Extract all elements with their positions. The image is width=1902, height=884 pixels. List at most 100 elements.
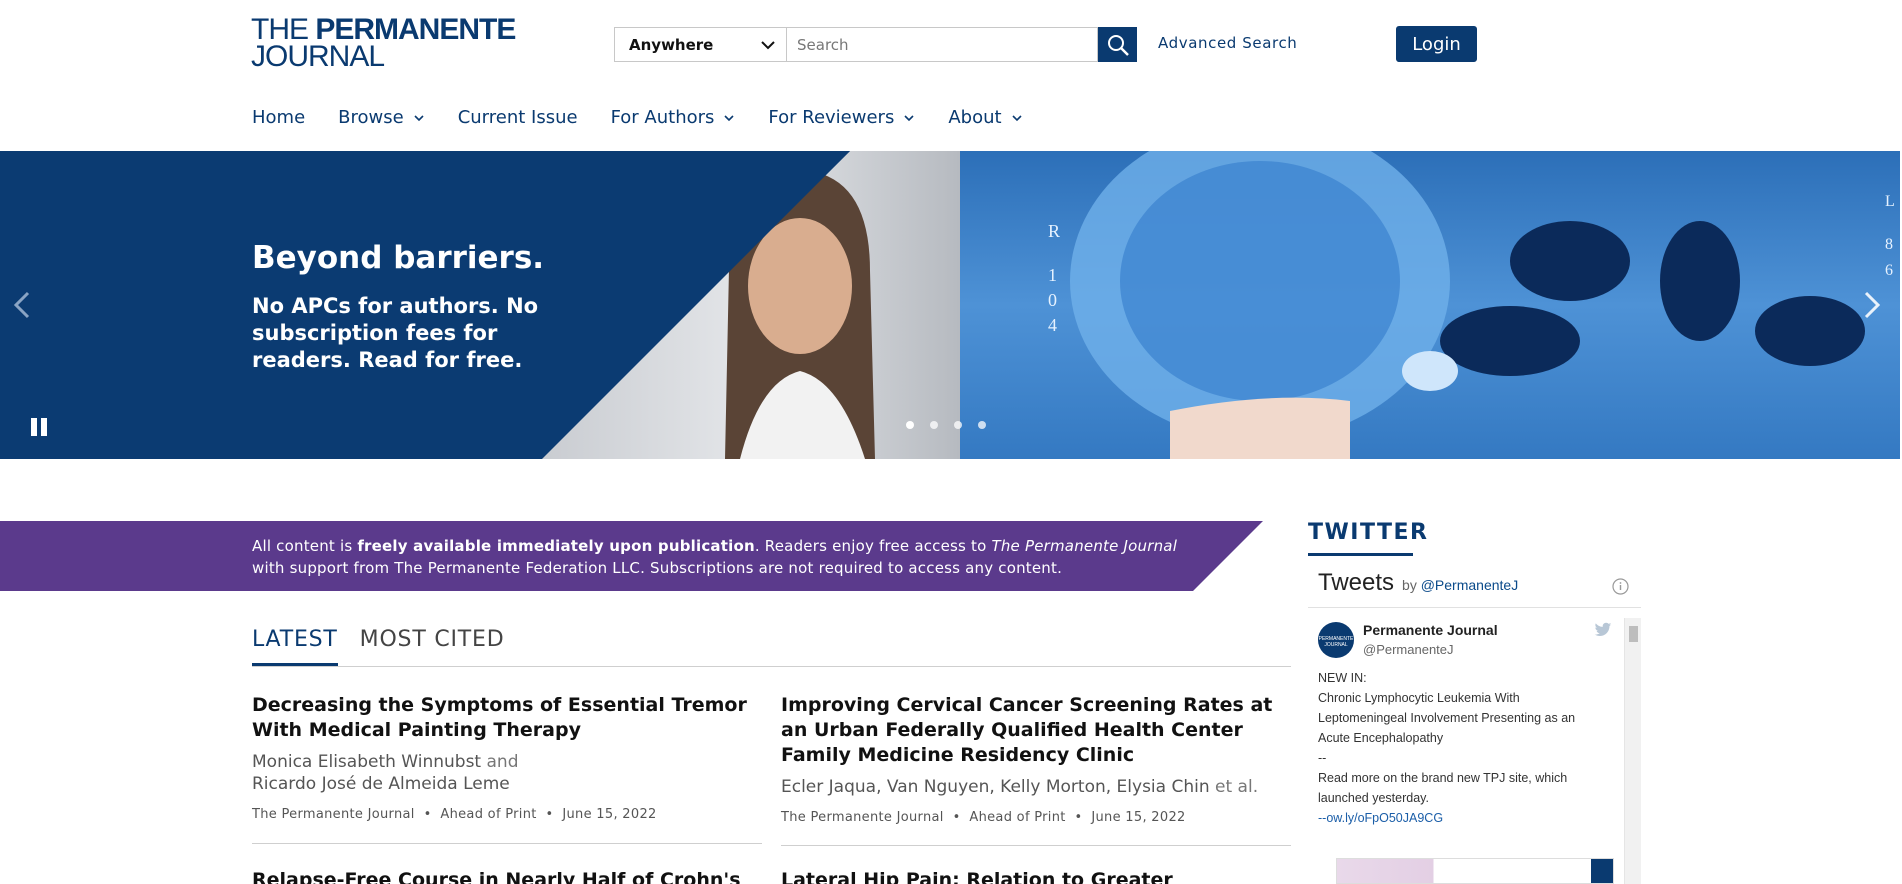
search-input[interactable]	[786, 27, 1098, 62]
nav-item-current-issue[interactable]: Current Issue	[458, 107, 578, 128]
search-icon	[1107, 34, 1129, 56]
article-card: Lateral Hip Pain: Relation to Greater Tr…	[781, 868, 1291, 884]
article-authors: Ecler Jaqua, Van Nguyen, Kelly Morton, E…	[781, 776, 1291, 798]
carousel-dots	[906, 421, 986, 429]
article-date: June 15, 2022	[562, 807, 657, 822]
search-scope-value: Anywhere	[629, 35, 714, 54]
ct-scan-image: R 1 0 4 L 8 6	[930, 151, 1900, 459]
article-title[interactable]: Lateral Hip Pain: Relation to Greater Tr…	[781, 868, 1291, 884]
article-card: Improving Cervical Cancer Screening Rate…	[781, 693, 1291, 825]
author-etal: et al.	[1209, 777, 1259, 797]
nav-item-home[interactable]: Home	[252, 107, 305, 128]
banner-text: All content is	[252, 537, 358, 555]
tab-latest[interactable]: LATEST	[252, 627, 338, 666]
chevron-down-icon	[414, 114, 424, 121]
article-authors: Monica Elisabeth Winnubst and Ricardo Jos…	[252, 751, 762, 795]
nav-label: Home	[252, 107, 306, 128]
article-journal: The Permanente Journal	[252, 807, 415, 822]
nav-label: About	[948, 107, 1002, 128]
nav-item-for-authors[interactable]: For Authors	[611, 107, 736, 128]
site-logo[interactable]: THE PERMANENTE JOURNAL	[251, 15, 516, 72]
nav-label: Browse	[338, 107, 404, 128]
divider	[252, 843, 762, 844]
login-button[interactable]: Login	[1396, 26, 1477, 62]
search-bar: Anywhere	[614, 27, 1137, 62]
article-card: Decreasing the Symptoms of Essential Tre…	[252, 693, 762, 822]
carousel-dot[interactable]	[954, 421, 962, 429]
article-title[interactable]: Improving Cervical Cancer Screening Rate…	[781, 693, 1291, 768]
carousel-dot[interactable]	[930, 421, 938, 429]
nav-item-for-reviewers[interactable]: For Reviewers	[768, 107, 915, 128]
hero-carousel: R 1 0 4 L 8 6 Beyond barriers. No APCs f…	[0, 151, 1900, 459]
article-status: Ahead of Print	[440, 807, 537, 822]
nav-label: For Reviewers	[768, 107, 895, 128]
nav-label: For Authors	[610, 107, 715, 128]
avatar[interactable]: PERMANENTE JOURNAL	[1318, 622, 1354, 658]
pause-icon[interactable]	[29, 417, 49, 437]
author-link[interactable]: Monica Elisabeth Winnubst	[252, 752, 481, 772]
hero-heading: Beyond barriers.	[252, 240, 545, 276]
tweet-line: NEW IN:	[1318, 671, 1367, 685]
timeline-header: Tweets by @PermanenteJ	[1308, 560, 1641, 608]
tweet-line: --	[1318, 751, 1327, 765]
divider	[781, 845, 1291, 846]
hero-text: No APCs for authors. No subscription fee…	[252, 294, 539, 372]
chevron-down-icon	[1011, 114, 1022, 121]
tweet-media-preview[interactable]	[1336, 858, 1614, 884]
article-meta: The Permanente Journal • Ahead of Print …	[252, 807, 657, 822]
tweet-body: NEW IN: Chronic Lymphocytic Leukemia Wit…	[1318, 668, 1608, 828]
nav-label: Current Issue	[457, 107, 578, 128]
twitter-timeline: Tweets by @PermanenteJ PERMANENTE JOURNA…	[1308, 560, 1641, 884]
advanced-search-link[interactable]: Advanced Search	[1158, 34, 1297, 52]
svg-text:8: 8	[1885, 236, 1893, 253]
article-card: Relapse-Free Course in Nearly Half of Cr…	[252, 868, 762, 884]
info-icon[interactable]	[1612, 578, 1629, 595]
timeline-scrollbar[interactable]	[1624, 618, 1641, 884]
tweet-line: launched yesterday.	[1318, 791, 1429, 805]
search-button[interactable]	[1098, 27, 1137, 62]
tweets-label: Tweets	[1318, 569, 1395, 596]
handle-link[interactable]: @PermanenteJ	[1421, 577, 1518, 593]
twitter-heading: TWITTER	[1308, 520, 1427, 556]
search-scope-select[interactable]: Anywhere	[614, 27, 786, 62]
tweets-by: by @PermanenteJ	[1402, 577, 1518, 593]
author-link[interactable]: Ricardo José de Almeida Leme	[252, 774, 510, 794]
banner-text: with support from The Permanente Federat…	[252, 559, 1063, 577]
carousel-dot[interactable]	[906, 421, 914, 429]
nav-item-browse[interactable]: Browse	[338, 107, 425, 128]
chevron-down-icon	[904, 114, 914, 121]
article-title[interactable]: Relapse-Free Course in Nearly Half of Cr…	[252, 868, 762, 884]
author-link[interactable]: Ecler Jaqua, Van Nguyen, Kelly Morton, E…	[781, 777, 1210, 797]
chevron-left-icon[interactable]	[10, 289, 34, 321]
chevron-right-icon[interactable]	[1860, 289, 1884, 321]
svg-text:R: R	[1048, 221, 1060, 241]
open-access-banner: All content is freely available immediat…	[0, 521, 1263, 591]
svg-text:4: 4	[1048, 315, 1057, 335]
tweet-author-handle[interactable]: @PermanenteJ	[1363, 642, 1454, 657]
tab-most-cited[interactable]: MOST CITED	[360, 627, 505, 666]
chevron-down-icon	[761, 40, 775, 49]
article-tabs: LATEST MOST CITED	[252, 627, 1291, 667]
tweet-link[interactable]: --ow.ly/oFpO50JA9CG	[1318, 808, 1608, 828]
article-title[interactable]: Decreasing the Symptoms of Essential Tre…	[252, 693, 762, 743]
banner-journal-name: The Permanente Journal	[991, 537, 1178, 555]
svg-text:L: L	[1885, 193, 1895, 210]
chevron-down-icon	[724, 114, 734, 121]
author-conj: and	[481, 752, 519, 772]
main-nav: Home Browse Current Issue For Authors Fo…	[252, 107, 1056, 128]
scrollbar-thumb[interactable]	[1629, 626, 1638, 642]
nav-item-about[interactable]: About	[948, 107, 1022, 128]
tweet-author-name[interactable]: Permanente Journal	[1363, 622, 1498, 638]
svg-text:0: 0	[1048, 290, 1057, 310]
banner-text: . Readers enjoy free access to	[754, 537, 992, 555]
svg-text:1: 1	[1048, 265, 1057, 285]
tweet-line: Read more on the brand new TPJ site, whi…	[1318, 771, 1568, 785]
tweet-line: Acute Encephalopathy	[1318, 731, 1444, 745]
carousel-dot[interactable]	[978, 421, 986, 429]
banner-emphasis: freely available immediately upon public…	[357, 537, 755, 555]
by-label: by	[1402, 577, 1417, 593]
twitter-bird-icon	[1594, 622, 1612, 636]
article-status: Ahead of Print	[969, 810, 1066, 825]
tweet-line: Leptomeningeal Involvement Presenting as…	[1318, 711, 1576, 725]
article-date: June 15, 2022	[1091, 810, 1186, 825]
